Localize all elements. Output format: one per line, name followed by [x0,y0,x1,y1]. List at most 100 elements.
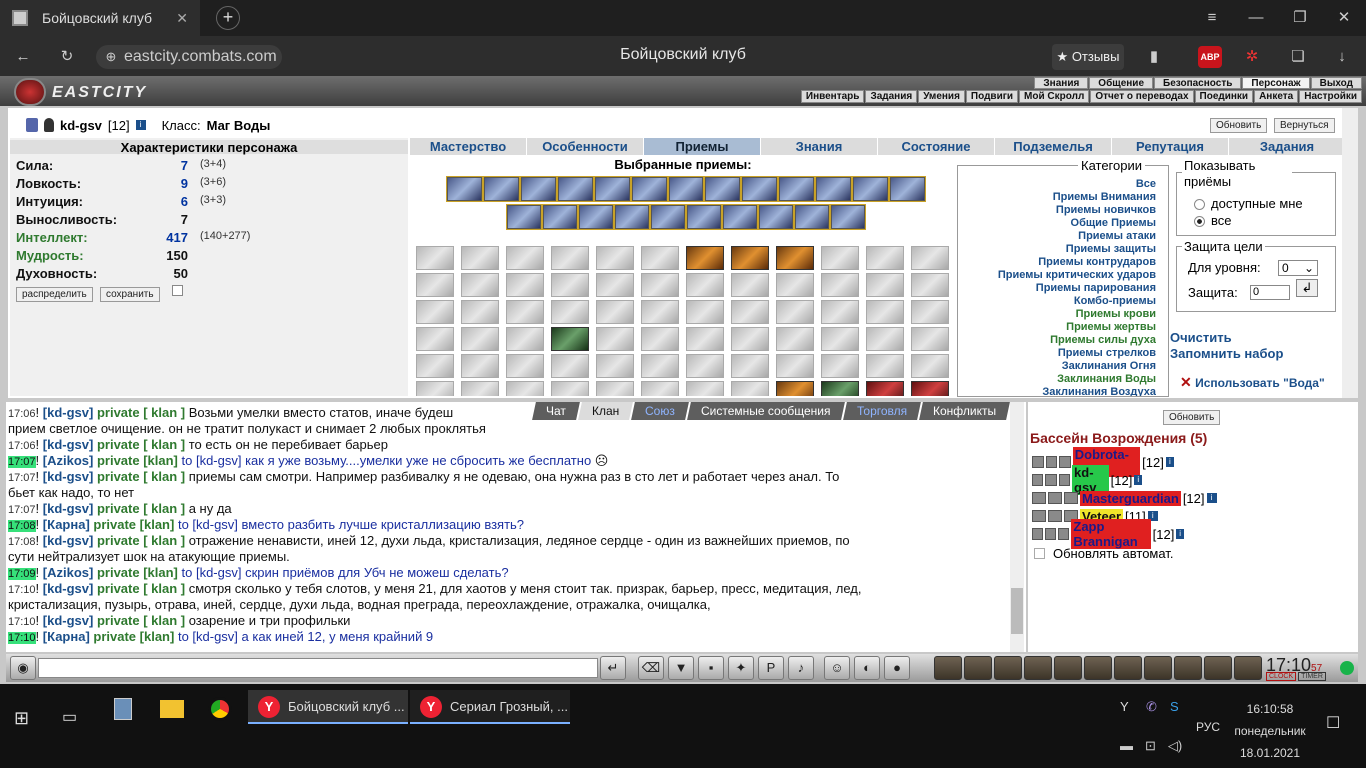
info-icon[interactable]: i [1176,529,1184,539]
technique-icon[interactable] [866,246,904,270]
user-name[interactable]: Zapp Brannigan [1071,519,1151,549]
category-link[interactable]: Приемы крови [1076,308,1156,321]
category-link[interactable]: Заклинания Огня [1062,360,1156,373]
technique-slot-icon[interactable] [543,205,577,229]
technique-icon[interactable] [821,381,859,396]
technique-slot-icon[interactable] [483,177,519,201]
technique-slot-icon[interactable] [779,177,815,201]
translit-icon[interactable]: Р [758,656,784,680]
message-private[interactable]: private [ klan ] [97,405,185,420]
technique-icon[interactable] [416,273,454,297]
technique-icon[interactable] [416,327,454,351]
technique-slot-icon[interactable] [742,177,778,201]
quick-slot-2-icon[interactable] [964,656,992,680]
message-private[interactable]: private [klan] [97,565,178,580]
smile-icon[interactable]: ☺ [824,656,850,680]
chat-tab-system[interactable]: Системные сообщения [687,402,845,420]
nav-security[interactable]: Безопасность [1154,77,1242,89]
tab-state[interactable]: Состояние [878,138,995,155]
quick-slot-8-icon[interactable] [1144,656,1172,680]
battery-icon[interactable]: ▬ [1120,738,1133,754]
message-nick[interactable]: [kd-gsv] [43,613,94,628]
page-scrollbar[interactable] [1342,108,1358,398]
technique-icon[interactable] [506,354,544,378]
message-nick[interactable]: [kd-gsv] [43,533,94,548]
chat-input[interactable] [38,658,598,678]
technique-icon[interactable] [686,354,724,378]
technique-icon[interactable] [461,354,499,378]
technique-icon[interactable] [641,246,679,270]
technique-icon[interactable] [416,354,454,378]
category-link[interactable]: Приемы новичков [1056,204,1156,217]
technique-icon[interactable] [551,300,589,324]
level-select[interactable]: 0 ⌄ [1278,260,1318,276]
technique-icon[interactable] [911,246,949,270]
technique-icon[interactable] [821,246,859,270]
technique-slot-icon[interactable] [507,205,541,229]
online-refresh-button[interactable]: Обновить [1163,410,1221,425]
taskbar-app-series[interactable]: Y Сериал Грозный, ... [410,690,570,724]
chat-tab-conflicts[interactable]: Конфликты [918,402,1010,420]
filter-icon[interactable]: ▼ [668,656,694,680]
category-link[interactable]: Приемы атаки [1078,230,1156,243]
user-name[interactable]: Masterguardian [1080,490,1181,506]
message-private[interactable]: private [klan] [97,453,178,468]
technique-icon[interactable] [731,354,769,378]
technique-icon[interactable] [911,273,949,297]
fighter-icon[interactable]: ✦ [728,656,754,680]
message-private[interactable]: private [ klan ] [97,469,185,484]
adblock-icon[interactable]: ABP [1198,46,1222,68]
start-icon[interactable]: ⊞ [14,708,34,742]
exit-icon[interactable] [1234,656,1262,680]
message-nick[interactable]: [kd-gsv] [43,405,94,420]
address-bar[interactable]: eastcity.combats.com [96,45,282,69]
message-private[interactable]: private [ klan ] [97,533,185,548]
technique-icon[interactable] [641,354,679,378]
nav-communication[interactable]: Общение [1089,77,1153,89]
technique-icon[interactable] [776,327,814,351]
quick-slot-4-icon[interactable] [1024,656,1052,680]
distribute-button[interactable]: распределить [16,287,93,302]
technique-icon[interactable] [506,327,544,351]
chat-tab-union[interactable]: Союз [631,402,689,420]
sound-icon[interactable]: ♪ [788,656,814,680]
message-nick[interactable]: [Карна] [43,517,90,532]
technique-icon[interactable] [911,354,949,378]
restore-icon[interactable]: ❐ [1278,0,1322,36]
technique-slot-icon[interactable] [615,205,649,229]
technique-slot-icon[interactable] [795,205,829,229]
technique-icon[interactable] [596,354,634,378]
technique-icon[interactable] [641,273,679,297]
message-private[interactable]: private [ klan ] [97,437,185,452]
technique-slot-icon[interactable] [520,177,556,201]
technique-icon[interactable] [641,327,679,351]
technique-icon[interactable] [551,273,589,297]
technique-icon[interactable] [596,300,634,324]
collections-icon[interactable]: ❏ [1286,44,1310,70]
close-window-icon[interactable]: ✕ [1322,0,1366,36]
technique-icon[interactable] [686,246,724,270]
show-option-available[interactable]: доступные мне [1194,196,1303,211]
skype-icon[interactable]: S [1170,690,1188,724]
technique-icon[interactable] [686,273,724,297]
nav-character[interactable]: Персонаж [1242,77,1310,89]
info-icon[interactable]: i [1134,475,1143,485]
technique-icon[interactable] [461,273,499,297]
close-tab-icon[interactable]: ✕ [176,10,188,27]
subnav-scroll[interactable]: Мой Скролл [1019,90,1090,103]
technique-icon[interactable] [506,273,544,297]
subnav-inventory[interactable]: Инвентарь [800,90,865,103]
technique-icon[interactable] [866,327,904,351]
tab-features[interactable]: Особенности [527,138,644,155]
technique-icon[interactable] [551,246,589,270]
technique-icon[interactable] [731,273,769,297]
extension-icon[interactable]: ✲ [1240,44,1264,70]
technique-icon[interactable] [506,381,544,396]
technique-icon[interactable] [821,327,859,351]
back-button[interactable]: Вернуться [1274,118,1335,133]
technique-icon[interactable] [866,381,904,396]
subnav-profile[interactable]: Анкета [1254,90,1299,103]
tab-quests[interactable]: Задания [1229,138,1346,155]
auto-refresh[interactable]: Обновлять автомат. [1034,546,1173,561]
technique-icon[interactable] [911,381,949,396]
